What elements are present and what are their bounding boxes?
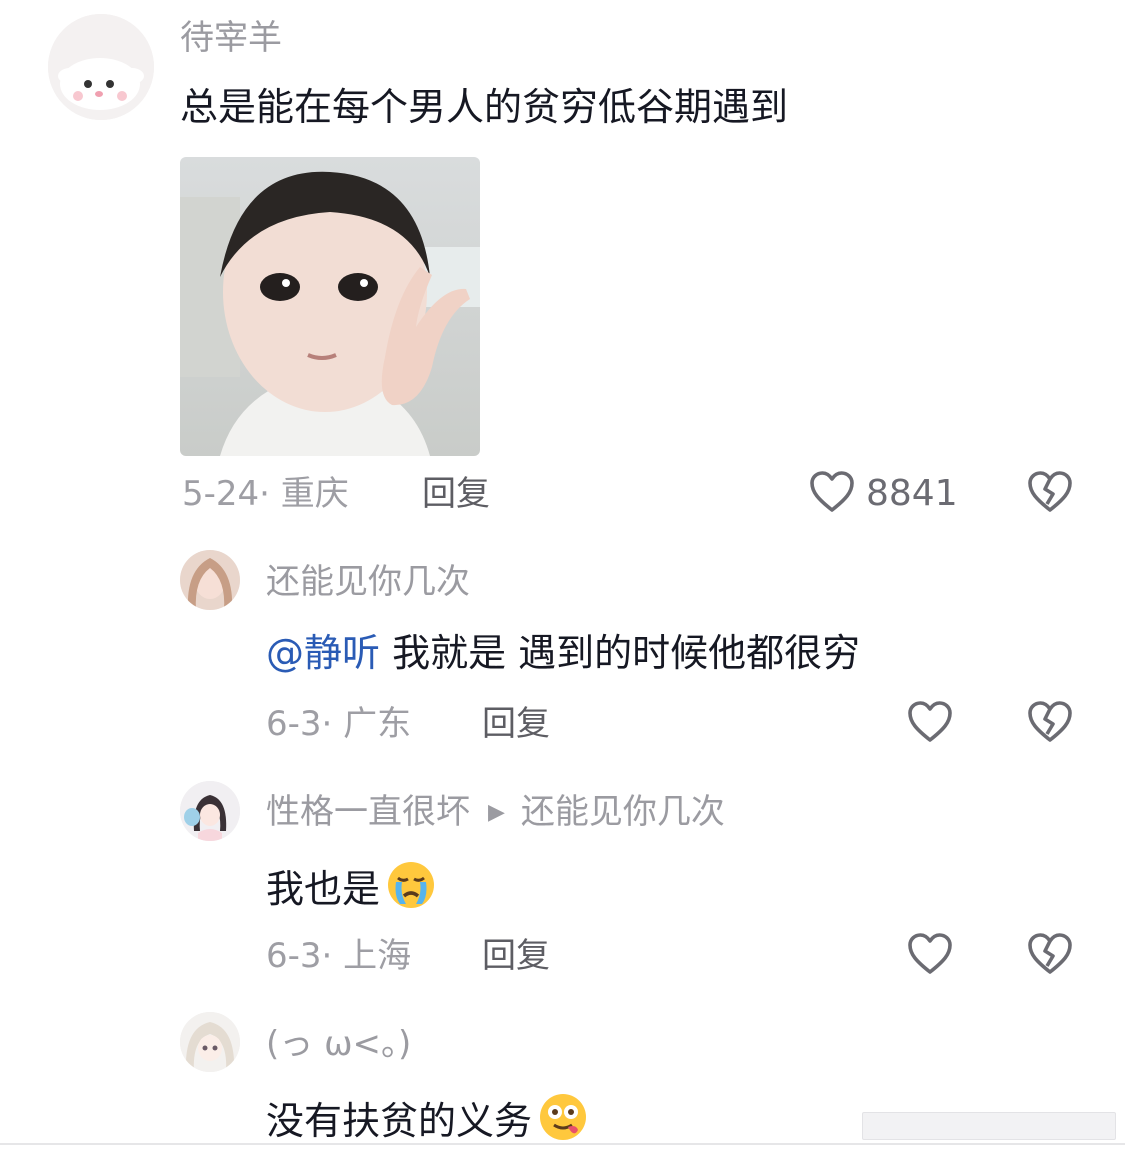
heart-outline-icon[interactable] (906, 700, 954, 744)
comment-date: 5-24 (182, 474, 260, 514)
broken-heart-icon[interactable] (1026, 700, 1074, 746)
reply-text: @静听 我就是 遇到的时候他都很穷 (266, 630, 860, 676)
triangle-right-icon: ▶ (488, 800, 505, 825)
mention-link[interactable]: @静听 (266, 631, 380, 675)
reply-username[interactable]: 性格一直很坏 (266, 792, 470, 832)
crying-face-emoji (386, 860, 436, 920)
avatar[interactable] (180, 781, 240, 841)
reply-button[interactable]: 回复 (482, 936, 550, 976)
broken-heart-icon[interactable] (1026, 932, 1074, 978)
reply-body: 我就是 遇到的时候他都很穷 (380, 631, 861, 675)
avatar[interactable] (48, 14, 154, 120)
reply-button[interactable]: 回复 (422, 474, 490, 514)
reply-username-line: 性格一直很坏 ▶ 还能见你几次 (266, 792, 725, 833)
comment-location: 重庆 (280, 474, 349, 514)
reply-body: 我也是 (266, 867, 381, 911)
reply-location: 上海 (343, 936, 412, 976)
reply-date: 6-3 (266, 936, 322, 976)
comment-text: 总是能在每个男人的贫穷低谷期遇到 (180, 85, 789, 129)
scrollbar[interactable] (862, 1112, 1116, 1140)
reply-date: 6-3 (266, 704, 322, 744)
comment-meta: 5-24· 重庆 (182, 474, 349, 514)
anime-avatar-image (180, 1012, 240, 1072)
reply-location: 广东 (343, 704, 412, 744)
avatar[interactable] (180, 550, 240, 610)
girl-avatar-image (180, 550, 240, 610)
child-photo-sticker (180, 157, 480, 456)
broken-heart-icon[interactable] (1026, 470, 1074, 516)
reply-username[interactable]: 还能见你几次 (266, 562, 470, 602)
heart-outline-icon[interactable] (906, 932, 954, 976)
reply-body: 没有扶贫的义务 (266, 1099, 533, 1143)
reply-button[interactable]: 回复 (482, 704, 550, 744)
cat-avatar-image (48, 14, 154, 120)
heart-outline-icon[interactable] (808, 470, 856, 514)
comment-image[interactable] (180, 157, 480, 456)
divider (0, 1143, 1125, 1145)
reply-text: 我也是 (266, 860, 436, 920)
avatar[interactable] (180, 1012, 240, 1072)
like-count: 8841 (866, 473, 958, 514)
anime-avatar-image (180, 781, 240, 841)
reply-meta: 6-3· 广东 (266, 704, 412, 744)
comment-username[interactable]: 待宰羊 (180, 18, 282, 58)
reply-meta: 6-3· 上海 (266, 936, 412, 976)
reply-username[interactable]: (っ ω<。) (266, 1024, 411, 1064)
reply-to-username[interactable]: 还能见你几次 (521, 792, 725, 832)
